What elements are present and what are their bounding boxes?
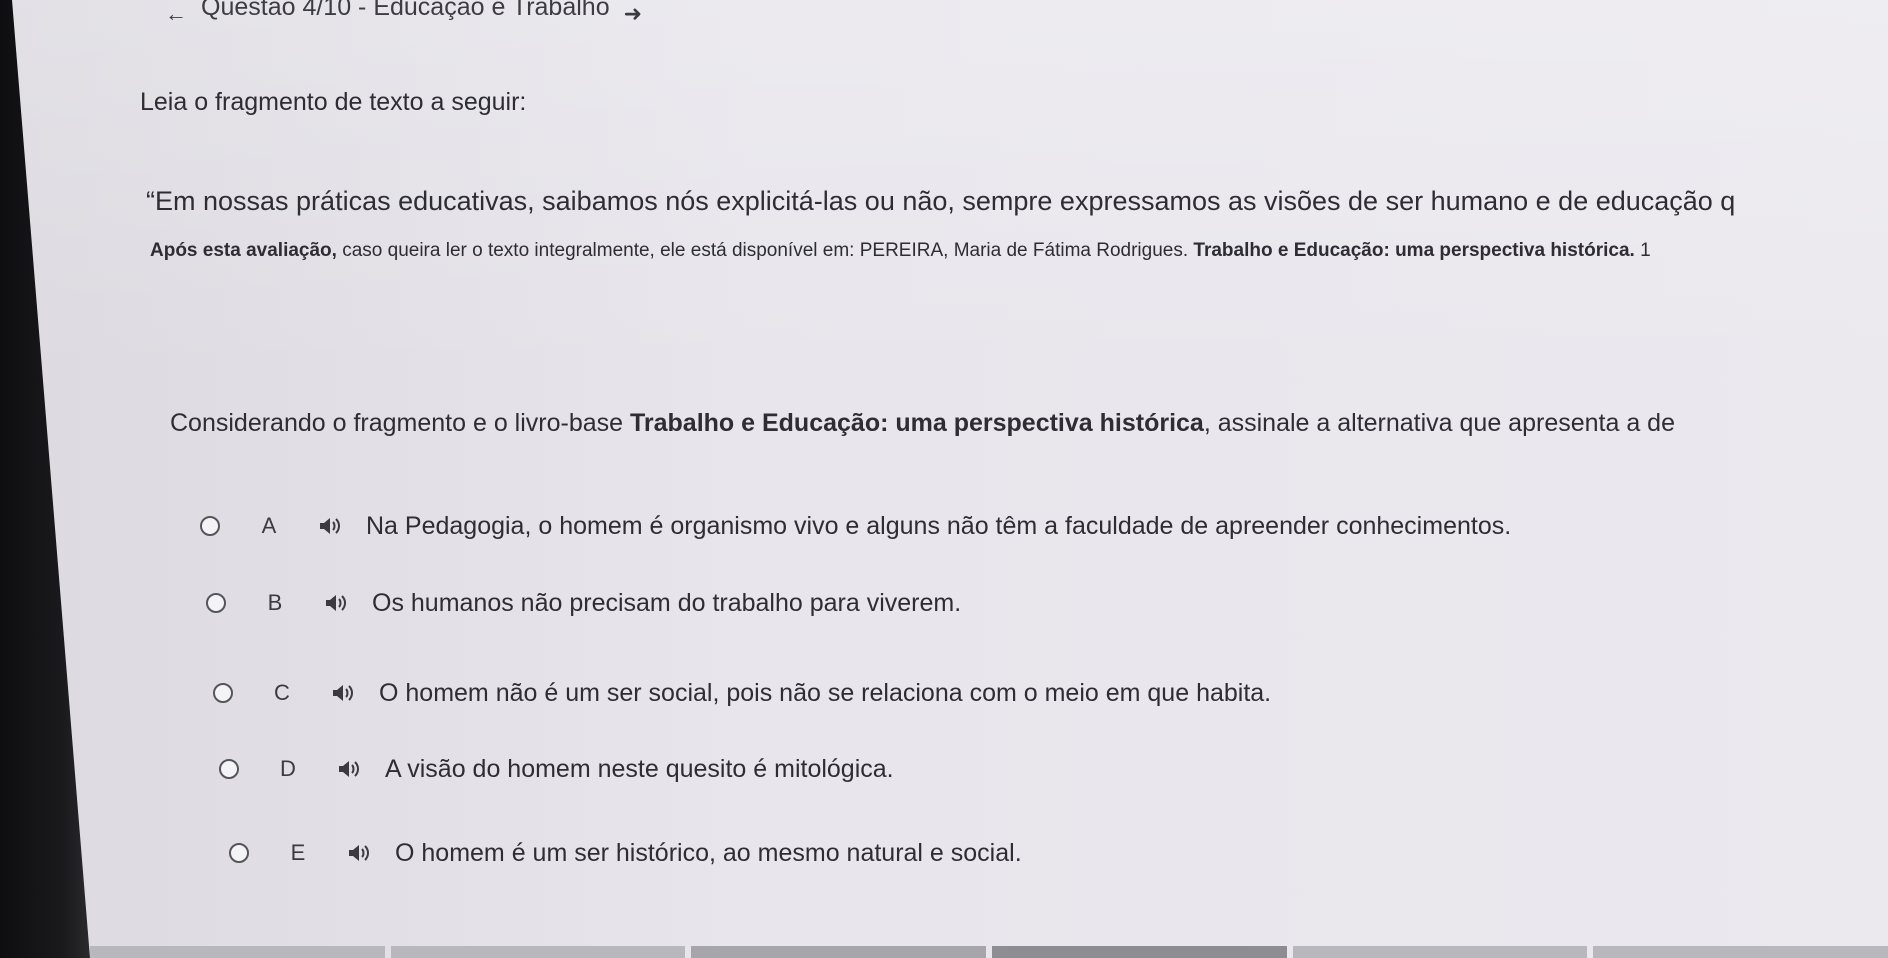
option-letter: B <box>267 590 283 615</box>
bottom-segment <box>90 946 385 958</box>
answer-options: A Na Pedagogia, o homem é organismo vivo… <box>0 0 1888 958</box>
radio-button[interactable] <box>229 843 249 863</box>
option-letter: C <box>274 680 290 705</box>
bottom-segment <box>1292 946 1588 958</box>
option-text: A visão do homem neste quesito é mitológ… <box>385 754 894 783</box>
bottom-segment <box>691 946 987 958</box>
option-b[interactable]: B Os humanos não precisam do trabalho pa… <box>206 586 961 620</box>
option-letter: D <box>280 756 296 781</box>
speaker-icon[interactable] <box>337 760 361 778</box>
speaker-icon[interactable] <box>318 517 342 535</box>
radio-button[interactable] <box>213 683 233 703</box>
radio-button[interactable] <box>200 516 220 536</box>
speaker-icon[interactable] <box>324 594 348 612</box>
option-text: O homem é um ser histórico, ao mesmo nat… <box>395 838 1022 867</box>
option-c[interactable]: C O homem não é um ser social, pois não … <box>213 676 1271 710</box>
option-letter: E <box>290 840 306 865</box>
speaker-icon[interactable] <box>347 844 371 862</box>
speaker-icon[interactable] <box>331 684 355 702</box>
radio-button[interactable] <box>206 593 226 613</box>
bottom-segment-active[interactable] <box>992 946 1287 958</box>
bottom-segment <box>1593 946 1888 958</box>
bottom-navigation-strip <box>90 946 1888 958</box>
option-letter: A <box>261 513 277 538</box>
option-text: Os humanos não precisam do trabalho para… <box>372 588 962 617</box>
option-text: Na Pedagogia, o homem é organismo vivo e… <box>366 511 1512 540</box>
option-a[interactable]: A Na Pedagogia, o homem é organismo vivo… <box>200 509 1511 543</box>
radio-button[interactable] <box>219 759 239 779</box>
bottom-segment <box>390 946 686 958</box>
option-e[interactable]: E O homem é um ser histórico, ao mesmo n… <box>229 836 1022 870</box>
option-text: O homem não é um ser social, pois não se… <box>379 678 1272 707</box>
option-d[interactable]: D A visão do homem neste quesito é mitol… <box>219 752 894 786</box>
